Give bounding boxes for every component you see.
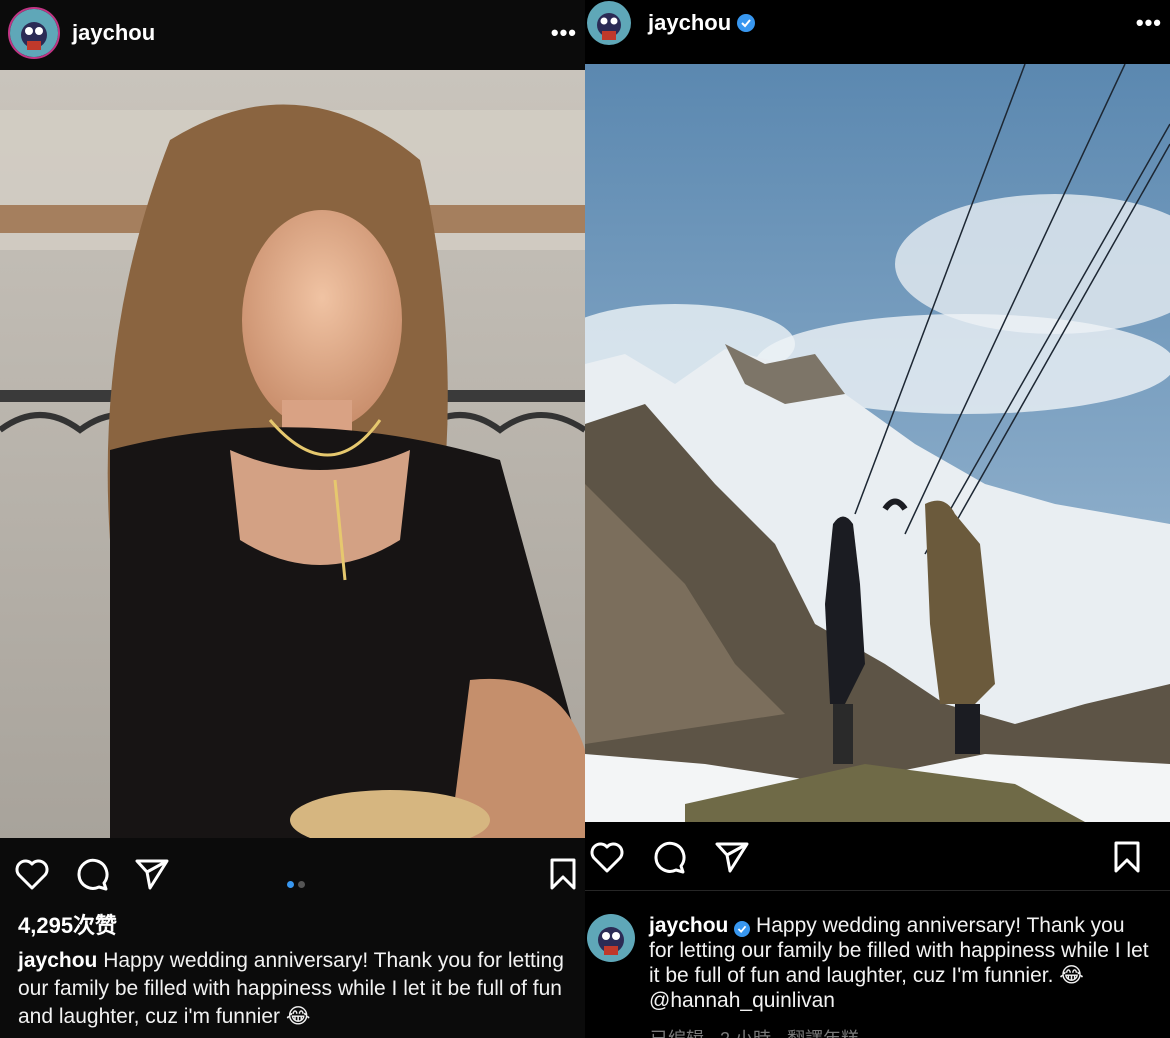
- post-left: jaychou ••• 4,295次赞 jaychou Happy weddin…: [0, 0, 585, 1038]
- more-icon[interactable]: •••: [551, 20, 577, 46]
- heart-icon[interactable]: [589, 840, 625, 879]
- caption-avatar[interactable]: [587, 914, 635, 962]
- comment-icon[interactable]: [74, 857, 110, 896]
- post-header: jaychou •••: [0, 0, 585, 66]
- like-count[interactable]: 4,295次赞: [18, 908, 117, 940]
- caption-username[interactable]: jaychou: [18, 949, 97, 972]
- caption-text: Happy wedding anniversary! Thank you for…: [18, 949, 564, 1028]
- bookmark-icon[interactable]: [1112, 840, 1142, 879]
- verified-badge-icon: [734, 918, 751, 938]
- action-bar: [0, 845, 585, 905]
- username[interactable]: jaychou: [72, 20, 155, 46]
- bookmark-icon[interactable]: [548, 857, 578, 896]
- caption-username[interactable]: jaychou: [649, 914, 728, 937]
- username[interactable]: jaychou: [648, 10, 731, 36]
- share-icon[interactable]: [714, 840, 750, 879]
- caption: jaychou Happy wedding anniversary! Thank…: [18, 947, 584, 1031]
- post-photo: [585, 64, 1170, 822]
- comment-icon[interactable]: [651, 840, 687, 879]
- post-right: jaychou ••• jaychou Happy wedding annive…: [585, 0, 1170, 1038]
- post-photo: [0, 70, 585, 838]
- post-header: jaychou •••: [585, 0, 1170, 46]
- heart-icon[interactable]: [14, 857, 50, 896]
- divider: [585, 890, 1170, 891]
- carousel-dot: [298, 881, 305, 888]
- carousel-dot: [287, 881, 294, 888]
- caption: jaychou Happy wedding anniversary! Thank…: [649, 913, 1154, 1013]
- action-bar: [585, 828, 1170, 888]
- share-icon[interactable]: [134, 857, 170, 896]
- post-meta: 已编辑 · 2 小時 · 翻譯年糕: [650, 1025, 859, 1038]
- verified-badge-icon: [737, 14, 756, 32]
- avatar[interactable]: [587, 1, 631, 45]
- carousel-dots: [287, 875, 309, 893]
- more-icon[interactable]: •••: [1136, 10, 1162, 36]
- avatar[interactable]: [8, 7, 60, 59]
